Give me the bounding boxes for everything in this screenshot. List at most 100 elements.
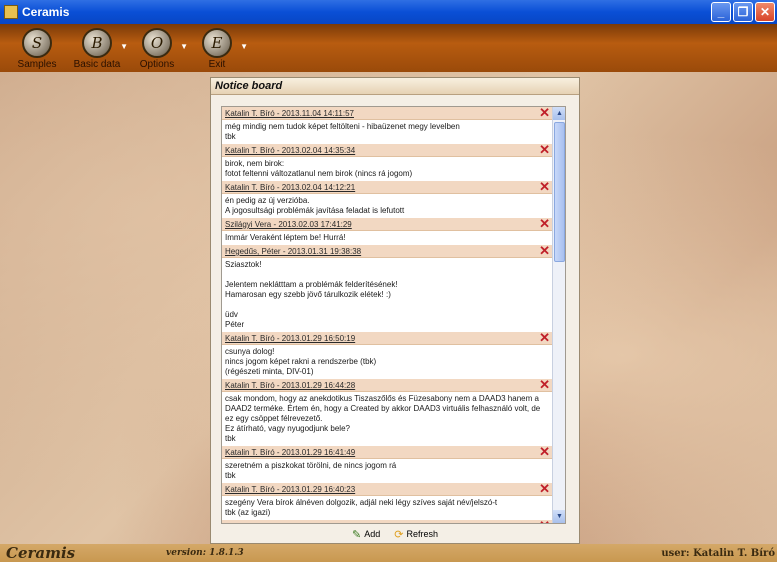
message-line: én pedig az új verzióba. [225, 196, 310, 205]
add-button[interactable]: ✎ Add [352, 528, 380, 541]
exit-icon: E [202, 28, 232, 58]
status-bar: Ceramis version: 1.8.1.3 user: Katalin T… [0, 544, 777, 562]
chevron-down-icon[interactable]: ▼ [180, 42, 188, 51]
refresh-icon: ⟳ [394, 528, 404, 541]
title-bar: Ceramis _ ❐ ✕ [0, 0, 777, 24]
message-line: Péter [225, 320, 245, 329]
exit-label: Exit [208, 59, 226, 70]
message-author-date: Katalin T. Bíró - 2013.01.29 16:44:28 [225, 381, 356, 390]
basic-data-icon: B [82, 28, 112, 58]
vertical-scrollbar[interactable]: ▲ ▼ [552, 107, 565, 523]
delete-message-icon[interactable]: ✕ [539, 331, 550, 345]
message-author-date: Katalin T. Bíró - 2013.02.04 14:35:34 [225, 146, 356, 155]
message-author-date: Szilágyi Vera - 2013.02.03 17:41:29 [225, 220, 352, 229]
chevron-down-icon[interactable]: ▼ [240, 42, 248, 51]
window-controls: _ ❐ ✕ [711, 2, 775, 22]
samples-button[interactable]: S Samples [8, 24, 66, 72]
scroll-thumb[interactable] [554, 122, 565, 262]
delete-message-icon[interactable]: ✕ [539, 217, 550, 231]
message-line: szegény Vera bírok álnéven dolgozik, adj… [225, 498, 498, 507]
version-text: version: 1.8.1.3 [166, 548, 244, 558]
message-line: birok, nem birok: [225, 159, 285, 168]
user-text: user: Katalin T. Bíró [661, 547, 775, 559]
message-list[interactable]: Katalin T. Bíró - 2013.11.04 14:11:57 ✕ mé… [221, 106, 566, 524]
samples-label: Samples [17, 59, 57, 70]
delete-message-icon[interactable]: ✕ [539, 180, 550, 194]
message-line: ez egy csöppet félrevezető. [225, 414, 323, 423]
delete-message-icon[interactable]: ✕ [539, 143, 550, 157]
delete-message-icon[interactable]: ✕ [539, 519, 550, 524]
delete-message-icon[interactable]: ✕ [539, 445, 550, 459]
message-header: Katalin T. Bíró - 2013.01.29 16:40:23 ✕ [222, 482, 554, 496]
close-button[interactable]: ✕ [755, 2, 775, 22]
message-header: Katalin T. Bíró - 2013.01.29 16:41:49 ✕ [222, 445, 554, 459]
message-line: még mindig nem tudok képet feltölteni - … [225, 122, 460, 131]
message-line: csak mondom, hogy az anekdotikus Tiszasz… [225, 394, 539, 403]
scroll-up-icon[interactable]: ▲ [553, 107, 565, 120]
basic-data-label: Basic data [73, 59, 121, 70]
message-line: DAAD2 terméke. Értem én, hogy a Created … [225, 404, 541, 413]
message-header: Katalin T. Bíró - 2013.01.29 16:50:19 ✕ [222, 331, 554, 345]
notice-board-title: Notice board [211, 78, 579, 95]
message-line [225, 300, 551, 310]
message-line: tbk (az igazi) [225, 508, 271, 517]
add-label: Add [364, 529, 381, 539]
delete-message-icon[interactable]: ✕ [539, 378, 550, 392]
refresh-button[interactable]: ⟳ Refresh [394, 528, 438, 541]
message-line: (régészeti minta, DIV-01) [225, 367, 314, 376]
chevron-down-icon[interactable]: ▼ [120, 42, 128, 51]
message-line: tbk [225, 471, 236, 480]
message-line: szeretném a piszkokat törölni, de nincs … [225, 461, 397, 470]
message-header: Katalin T. Bíró - 2013.02.04 14:12:21 ✕ [222, 180, 554, 194]
message-line: Immár Veraként léptem be! Hurrá! [225, 233, 346, 242]
window-title: Ceramis [22, 5, 70, 19]
message-line: tbk [225, 434, 236, 443]
options-label: Options [139, 59, 175, 70]
options-button[interactable]: O Options ▼ [128, 24, 188, 72]
message-author-date: Katalin T. Bíró - 2013.01.29 16:40:23 [225, 485, 356, 494]
scroll-down-icon[interactable]: ▼ [553, 510, 565, 523]
message-line: fotot feltenni változatlanul nem birok (… [225, 169, 413, 178]
message-author-date: Katalin T. Bíró - 2013.01.29 16:41:49 [225, 448, 356, 457]
message-author-date: Katalin T. Bíró - 2013.01.29 16:58:09 [225, 522, 355, 523]
message-body: csunya dolog! nincs jogom képet rakni a r… [222, 345, 554, 379]
message-line: tbk [225, 132, 236, 141]
minimize-button[interactable]: _ [711, 2, 731, 22]
basic-data-button[interactable]: B Basic data ▼ [68, 24, 128, 72]
message-author-date: Katalin T. Bíró - 2013.01.29 16:50:19 [225, 334, 356, 343]
message-line: csunya dolog! [225, 347, 275, 356]
pencil-icon: ✎ [352, 528, 362, 541]
app-icon [4, 5, 18, 19]
message-header: Szilágyi Vera - 2013.02.03 17:41:29 ✕ [222, 217, 554, 231]
board-actions: ✎ Add ⟳ Refresh [211, 525, 579, 543]
samples-icon: S [22, 28, 52, 58]
message-header: Katalin T. Bíró - 2013.01.29 16:44:28 ✕ [222, 378, 554, 392]
message-line: üdv [225, 310, 238, 319]
main-toolbar: S Samples B Basic data ▼ O Options ▼ E E… [0, 24, 777, 72]
message-body: Sziasztok! Jelentem neklátttam a problémá… [222, 258, 554, 332]
message-body: még mindig nem tudok képet feltölteni - … [222, 120, 554, 144]
message-body: Immár Veraként léptem be! Hurrá! [222, 231, 554, 245]
message-body: szegény Vera bírok álnéven dolgozik, adj… [222, 496, 554, 520]
message-header: Katalin T. Bíró - 2013.02.04 14:35:34 ✕ [222, 143, 554, 157]
exit-button[interactable]: E Exit ▼ [188, 24, 248, 72]
delete-message-icon[interactable]: ✕ [539, 107, 550, 120]
options-icon: O [142, 28, 172, 58]
message-body: birok, nem birok: fotot feltenni változat… [222, 157, 554, 181]
restore-button[interactable]: ❐ [733, 2, 753, 22]
message-body: szeretném a piszkokat törölni, de nincs … [222, 459, 554, 483]
message-line: A jogosultsági problémák javítása felada… [225, 206, 405, 215]
delete-message-icon[interactable]: ✕ [539, 244, 550, 258]
message-body: csak mondom, hogy az anekdotikus Tiszasz… [222, 392, 554, 446]
message-line [225, 270, 551, 280]
delete-message-icon[interactable]: ✕ [539, 482, 550, 496]
message-line: Jelentem neklátttam a problémák felderít… [225, 280, 398, 289]
message-line: nincs jogom képet rakni a rendszerbe (tb… [225, 357, 377, 366]
message-line: Sziasztok! [225, 260, 262, 269]
message-header: Hegedűs, Péter - 2013.01.31 19:38:38 ✕ [222, 244, 554, 258]
message-author-date: Hegedűs, Péter - 2013.01.31 19:38:38 [225, 247, 362, 256]
brand-name: Ceramis [6, 544, 76, 562]
message-line: Ez átírható, vagy nyugodjunk bele? [225, 424, 350, 433]
notice-board-panel: Notice board Katalin T. Bíró - 2013.11.0… [210, 77, 580, 544]
message-header: Katalin T. Bíró - 2013.01.29 16:58:09 ✕ [222, 519, 554, 524]
